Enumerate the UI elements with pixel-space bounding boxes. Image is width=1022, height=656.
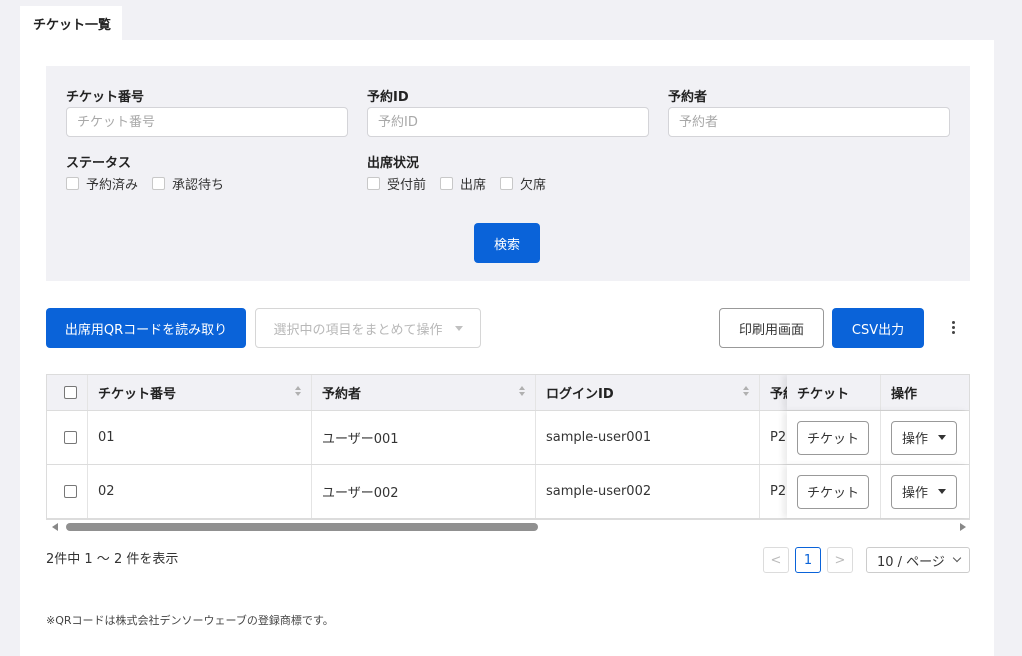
sort-icon bbox=[295, 386, 301, 396]
attendance-before-checkbox[interactable] bbox=[367, 177, 380, 190]
select-all-checkbox[interactable] bbox=[64, 386, 77, 399]
cell-actions: 操作 bbox=[881, 465, 969, 518]
caret-down-icon bbox=[938, 435, 946, 440]
attendance-absent-checkbox[interactable] bbox=[500, 177, 514, 190]
cell-ticket-number: 01 bbox=[88, 411, 312, 464]
qr-trademark-footnote: ※QRコードは株式会社デンソーウェーブの登録商標です。 bbox=[46, 614, 334, 627]
pagination-summary: 2件中 1 〜 2 件を表示 bbox=[46, 552, 179, 567]
attendance-present-checkbox[interactable] bbox=[440, 177, 454, 190]
column-ticket: チケット bbox=[787, 375, 881, 410]
table-row: 01 ユーザー001 sample-user001 P20 チケット 操作 bbox=[47, 411, 969, 465]
row-checkbox[interactable] bbox=[64, 431, 77, 444]
scrollbar-thumb[interactable] bbox=[66, 523, 538, 531]
reserver-label: 予約者 bbox=[668, 90, 708, 105]
column-ticket-number[interactable]: チケット番号 bbox=[88, 375, 312, 410]
horizontal-scrollbar[interactable] bbox=[46, 520, 970, 534]
scroll-left-icon[interactable] bbox=[52, 523, 58, 531]
select-all-cell bbox=[47, 375, 88, 410]
caret-down-icon bbox=[454, 325, 463, 331]
next-page-button[interactable]: > bbox=[827, 547, 853, 573]
main-panel: チケット番号 予約ID 予約者 ステータス 予約済み 承認待ち 出席状況 受付前… bbox=[20, 40, 994, 656]
cell-actions: 操作 bbox=[881, 411, 969, 464]
column-ticket-number-label: チケット番号 bbox=[98, 387, 177, 402]
reservation-id-input[interactable] bbox=[367, 107, 649, 137]
cell-reserver: ユーザー001 bbox=[312, 411, 536, 464]
search-button[interactable]: 検索 bbox=[474, 223, 540, 263]
status-pending-checkbox[interactable] bbox=[152, 177, 166, 190]
actions-label: 操作 bbox=[901, 486, 928, 501]
status-reserved-label: 予約済み bbox=[86, 178, 139, 193]
column-login-id-label: ログインID bbox=[546, 387, 614, 402]
status-label: ステータス bbox=[66, 156, 132, 171]
cell-ticket: チケット bbox=[787, 465, 881, 518]
attendance-label: 出席状況 bbox=[367, 156, 420, 171]
sticky-row-cells: チケット 操作 bbox=[787, 465, 969, 518]
cell-ticket: チケット bbox=[787, 411, 881, 464]
csv-export-button[interactable]: CSV出力 bbox=[832, 308, 924, 348]
ticket-number-input[interactable] bbox=[66, 107, 348, 137]
row-select-cell bbox=[47, 465, 88, 518]
column-ticket-label: チケット bbox=[797, 387, 850, 402]
current-page-button[interactable]: 1 bbox=[795, 547, 821, 573]
sort-icon bbox=[519, 386, 525, 396]
reserver-input[interactable] bbox=[668, 107, 950, 137]
tab-ticket-list[interactable]: チケット一覧 bbox=[20, 6, 122, 40]
status-pending-label: 承認待ち bbox=[172, 178, 225, 193]
actions-dropdown[interactable]: 操作 bbox=[891, 420, 957, 455]
sort-icon bbox=[743, 386, 749, 396]
row-checkbox[interactable] bbox=[64, 485, 77, 498]
column-reserver[interactable]: 予約者 bbox=[312, 375, 536, 410]
caret-down-icon bbox=[938, 489, 946, 494]
search-form: チケット番号 予約ID 予約者 ステータス 予約済み 承認待ち 出席状況 受付前… bbox=[46, 66, 970, 281]
scroll-right-icon[interactable] bbox=[960, 523, 966, 531]
ticket-button[interactable]: チケット bbox=[797, 474, 869, 509]
cell-login-id: sample-user002 bbox=[536, 465, 760, 518]
table-row: 02 ユーザー002 sample-user002 P20 チケット 操作 bbox=[47, 465, 969, 519]
reservation-id-label: 予約ID bbox=[367, 90, 409, 105]
prev-page-button[interactable]: < bbox=[763, 547, 789, 573]
cell-reserver: ユーザー002 bbox=[312, 465, 536, 518]
actions-dropdown[interactable]: 操作 bbox=[891, 474, 957, 509]
status-checkboxes: 予約済み 承認待ち bbox=[66, 174, 224, 193]
cell-ticket-number: 02 bbox=[88, 465, 312, 518]
chevron-down-icon bbox=[952, 553, 962, 563]
ticket-number-label: チケット番号 bbox=[66, 90, 145, 105]
column-actions-label: 操作 bbox=[891, 387, 918, 402]
status-reserved-checkbox[interactable] bbox=[66, 177, 79, 190]
attendance-present-label: 出席 bbox=[460, 178, 487, 193]
bulk-action-dropdown[interactable]: 選択中の項目をまとめて操作 bbox=[255, 308, 481, 348]
print-view-button[interactable]: 印刷用画面 bbox=[719, 308, 824, 348]
row-select-cell bbox=[47, 411, 88, 464]
table-header: チケット番号 予約者 ログインID 予約 チケット 操作 bbox=[47, 375, 969, 411]
bulk-action-label: 選択中の項目をまとめて操作 bbox=[273, 322, 443, 338]
column-login-id[interactable]: ログインID bbox=[536, 375, 760, 410]
actions-label: 操作 bbox=[901, 432, 928, 447]
sticky-header: チケット 操作 bbox=[787, 375, 969, 410]
cell-login-id: sample-user001 bbox=[536, 411, 760, 464]
attendance-checkboxes: 受付前 出席 欠席 bbox=[367, 174, 546, 193]
more-options-icon[interactable] bbox=[952, 321, 956, 334]
page-size-label: 10 / ページ bbox=[877, 554, 945, 570]
ticket-button[interactable]: チケット bbox=[797, 420, 869, 455]
sticky-row-cells: チケット 操作 bbox=[787, 411, 969, 464]
column-reserver-label: 予約者 bbox=[322, 387, 362, 402]
column-actions: 操作 bbox=[881, 375, 969, 410]
attendance-before-label: 受付前 bbox=[387, 178, 427, 193]
ticket-table: チケット番号 予約者 ログインID 予約 チケット 操作 01 ユーザー001 … bbox=[46, 374, 970, 520]
attendance-absent-label: 欠席 bbox=[520, 178, 547, 193]
qr-scan-button[interactable]: 出席用QRコードを読み取り bbox=[46, 308, 246, 348]
page-size-select[interactable]: 10 / ページ bbox=[866, 547, 970, 573]
